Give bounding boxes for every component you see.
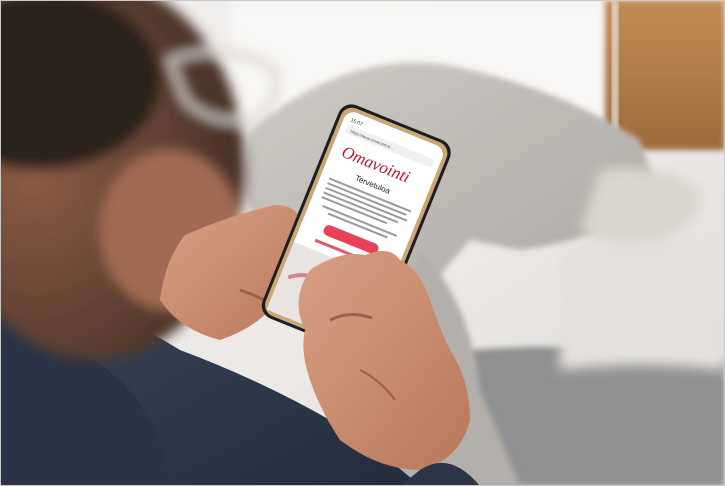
- photo-frame: 15:07 https://www.omavointi.fi/... Omavo…: [0, 0, 725, 486]
- photo-scene: 15:07 https://www.omavointi.fi/... Omavo…: [0, 0, 725, 486]
- wooden-cabinet: [605, 0, 725, 150]
